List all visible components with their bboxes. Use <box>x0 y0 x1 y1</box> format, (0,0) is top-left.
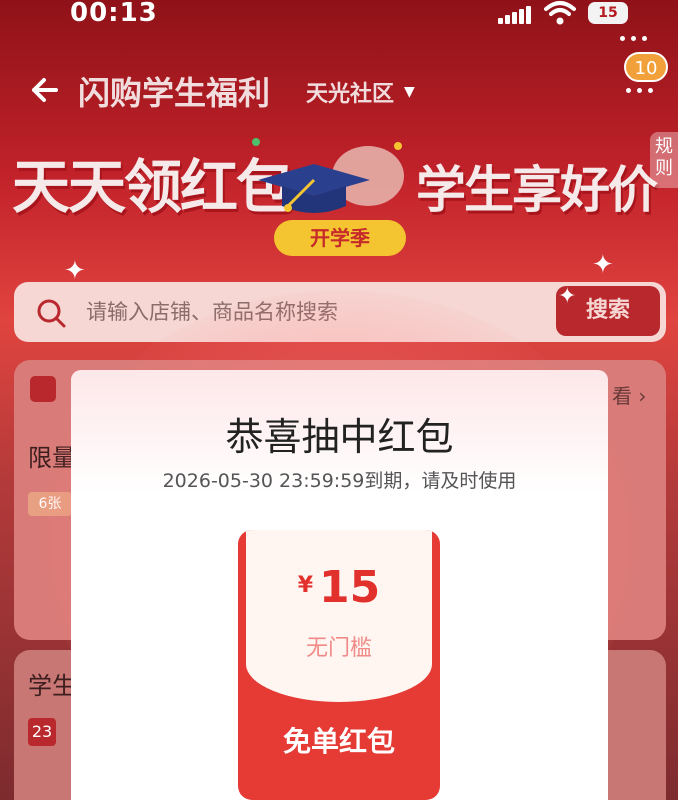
view-more-link[interactable]: 看 › <box>612 380 646 409</box>
coupon-threshold: 无门槛 <box>305 636 372 661</box>
red-packet-top: ¥15 无门槛 <box>246 530 432 702</box>
promo-banner: 天天领红包 学生享好价 开学季 规则 <box>0 128 678 258</box>
page-title: 闪购学生福利 <box>78 74 271 112</box>
signal-icon <box>498 6 532 24</box>
rules-tab[interactable]: 规则 <box>650 132 678 188</box>
season-badge: 开学季 <box>274 220 406 256</box>
more-dots-icon <box>620 36 648 42</box>
more-dots-icon <box>626 88 654 94</box>
search-icon <box>37 299 66 328</box>
graduation-cap-icon <box>252 138 404 213</box>
community-selector[interactable]: 天光社区 <box>306 76 394 108</box>
sparkle-icon: ✦ <box>558 284 577 309</box>
modal-title: 恭喜抽中红包 <box>225 415 454 459</box>
status-time: 00:13 <box>70 0 158 28</box>
status-bar: 00:13 15 <box>0 0 678 30</box>
currency-symbol: ¥ <box>297 573 314 598</box>
battery-icon: 15 <box>588 2 628 24</box>
notification-badge[interactable]: 10 <box>624 52 668 82</box>
coupon-value: 15 <box>319 562 381 613</box>
coupon-amount: ¥15 <box>246 562 432 613</box>
coupon-label: 免单红包 <box>282 725 395 758</box>
reward-modal: 恭喜抽中红包 2026-05-30 23:59:59到期，请及时使用 ¥15 无… <box>71 370 608 800</box>
red-envelope-icon <box>30 376 56 402</box>
expiry-text: 2026-05-30 23:59:59到期，请及时使用 <box>162 470 517 492</box>
sparkle-icon: ✦ <box>592 250 614 280</box>
red-packet-coupon[interactable]: ¥15 无门槛 免单红包 <box>238 530 440 800</box>
banner-slogan-right: 学生享好价 <box>416 161 658 219</box>
countdown-hours: 23 <box>28 718 56 746</box>
wifi-icon <box>544 1 576 25</box>
header: 闪购学生福利 天光社区 ▼ <box>0 60 678 120</box>
page-background: 00:13 15 闪购学生福利 天光社区 ▼ 10 天天领红包 学生享好价 开学… <box>0 0 678 800</box>
chevron-down-icon[interactable]: ▼ <box>404 84 415 100</box>
back-arrow-icon[interactable] <box>26 70 66 110</box>
section-label-student: 学生 <box>28 672 76 700</box>
